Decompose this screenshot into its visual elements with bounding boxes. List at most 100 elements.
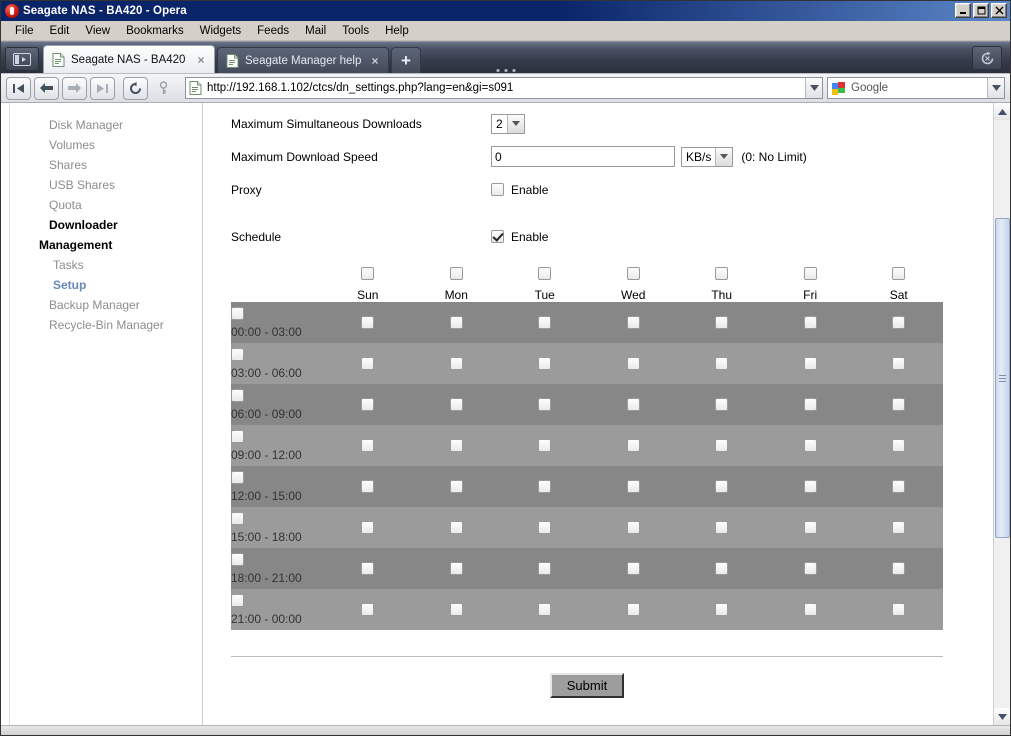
day-column-checkbox-sun[interactable] — [361, 267, 375, 280]
slot-checkbox[interactable] — [538, 439, 552, 452]
slot-checkbox[interactable] — [538, 357, 552, 370]
slot-checkbox[interactable] — [361, 603, 375, 616]
row-checkbox[interactable] — [231, 306, 244, 320]
menu-item-tools[interactable]: Tools — [334, 23, 377, 39]
sidebar-item-backup-manager[interactable]: Backup Manager — [1, 295, 202, 315]
toolbar-grip[interactable] — [496, 69, 515, 72]
slot-checkbox[interactable] — [803, 439, 817, 452]
slot-checkbox[interactable] — [538, 603, 552, 616]
menu-item-widgets[interactable]: Widgets — [192, 23, 250, 39]
row-checkbox[interactable] — [231, 552, 244, 566]
minimize-button[interactable] — [955, 3, 971, 18]
sidebar-item-recycle-bin-manager[interactable]: Recycle-Bin Manager — [1, 315, 202, 335]
max-download-speed-input[interactable] — [491, 146, 675, 167]
slot-checkbox[interactable] — [892, 316, 906, 329]
new-tab-button[interactable]: + — [391, 47, 421, 73]
slot-checkbox[interactable] — [449, 398, 463, 411]
maximize-button[interactable] — [973, 3, 989, 18]
slot-checkbox[interactable] — [803, 521, 817, 534]
tab-close-icon[interactable]: × — [194, 53, 208, 67]
slot-checkbox[interactable] — [803, 603, 817, 616]
day-column-checkbox-mon[interactable] — [449, 267, 463, 280]
address-dropdown-icon[interactable] — [805, 78, 822, 98]
slot-checkbox[interactable] — [626, 439, 640, 452]
sidebar-item-shares[interactable]: Shares — [1, 155, 202, 175]
scrollbar-thumb[interactable] — [995, 218, 1010, 538]
max-simultaneous-downloads-select[interactable]: 2 — [491, 113, 525, 134]
slot-checkbox[interactable] — [892, 357, 906, 370]
proxy-enable-group[interactable]: Enable — [491, 183, 548, 197]
slot-checkbox[interactable] — [626, 480, 640, 493]
slot-checkbox[interactable] — [538, 521, 552, 534]
schedule-enable-checkbox[interactable] — [491, 230, 504, 243]
slot-checkbox[interactable] — [361, 562, 375, 575]
slot-checkbox[interactable] — [715, 439, 729, 452]
day-column-checkbox-tue[interactable] — [538, 267, 552, 280]
slot-checkbox[interactable] — [715, 480, 729, 493]
proxy-enable-checkbox[interactable] — [491, 183, 504, 196]
slot-checkbox[interactable] — [361, 398, 375, 411]
sidebar-item-volumes[interactable]: Volumes — [1, 135, 202, 155]
search-box[interactable]: Google — [827, 77, 1005, 99]
sidebar-item-disk-manager[interactable]: Disk Manager — [1, 115, 202, 135]
slot-checkbox[interactable] — [892, 562, 906, 575]
slot-checkbox[interactable] — [538, 480, 552, 493]
slot-checkbox[interactable] — [449, 521, 463, 534]
slot-checkbox[interactable] — [892, 480, 906, 493]
tab-close-icon[interactable]: × — [368, 54, 382, 68]
slot-checkbox[interactable] — [803, 357, 817, 370]
sidebar-item-setup[interactable]: Setup — [1, 275, 202, 295]
slot-checkbox[interactable] — [538, 398, 552, 411]
row-checkbox[interactable] — [231, 593, 244, 607]
address-bar[interactable]: http://192.168.1.102/ctcs/dn_settings.ph… — [185, 77, 823, 99]
page-scrollbar[interactable] — [993, 103, 1010, 725]
slot-checkbox[interactable] — [715, 316, 729, 329]
menu-item-bookmarks[interactable]: Bookmarks — [118, 23, 192, 39]
slot-checkbox[interactable] — [892, 603, 906, 616]
slot-checkbox[interactable] — [715, 398, 729, 411]
row-checkbox[interactable] — [231, 511, 244, 525]
slot-checkbox[interactable] — [449, 316, 463, 329]
panel-toggle-icon[interactable] — [5, 47, 39, 71]
slot-checkbox[interactable] — [715, 562, 729, 575]
row-checkbox[interactable] — [231, 347, 244, 361]
tab-seagate-nas[interactable]: Seagate NAS - BA420 × — [43, 45, 215, 73]
schedule-enable-group[interactable]: Enable — [491, 230, 548, 244]
slot-checkbox[interactable] — [892, 439, 906, 452]
slot-checkbox[interactable] — [626, 562, 640, 575]
row-checkbox[interactable] — [231, 470, 244, 484]
day-column-checkbox-fri[interactable] — [803, 267, 817, 280]
search-input[interactable]: Google — [851, 82, 987, 94]
submit-button[interactable]: Submit — [549, 673, 625, 698]
rewind-button[interactable] — [6, 76, 31, 100]
slot-checkbox[interactable] — [538, 562, 552, 575]
menu-item-view[interactable]: View — [77, 23, 118, 39]
row-checkbox[interactable] — [231, 388, 244, 402]
slot-checkbox[interactable] — [803, 316, 817, 329]
slot-checkbox[interactable] — [715, 357, 729, 370]
slot-checkbox[interactable] — [361, 439, 375, 452]
slot-checkbox[interactable] — [892, 398, 906, 411]
sidebar-item-usb-shares[interactable]: USB Shares — [1, 175, 202, 195]
search-dropdown-icon[interactable] — [987, 78, 1004, 98]
security-key-icon[interactable] — [151, 77, 176, 100]
fast-forward-button[interactable] — [90, 76, 115, 100]
slot-checkbox[interactable] — [803, 398, 817, 411]
slot-checkbox[interactable] — [449, 357, 463, 370]
menu-item-file[interactable]: File — [7, 23, 42, 39]
menu-item-mail[interactable]: Mail — [297, 23, 334, 39]
slot-checkbox[interactable] — [361, 357, 375, 370]
menu-item-edit[interactable]: Edit — [42, 23, 78, 39]
menu-item-help[interactable]: Help — [377, 23, 417, 39]
sidebar-item-quota[interactable]: Quota — [1, 195, 202, 215]
forward-button[interactable] — [62, 76, 87, 100]
day-column-checkbox-thu[interactable] — [715, 267, 729, 280]
download-speed-unit-select[interactable]: KB/s — [681, 146, 734, 167]
day-column-checkbox-wed[interactable] — [626, 267, 640, 280]
sidebar-item-tasks[interactable]: Tasks — [1, 255, 202, 275]
day-column-checkbox-sat[interactable] — [892, 267, 906, 280]
close-button[interactable] — [991, 3, 1007, 18]
reload-button[interactable] — [123, 76, 148, 100]
closed-tabs-icon[interactable] — [972, 46, 1002, 70]
slot-checkbox[interactable] — [538, 316, 552, 329]
